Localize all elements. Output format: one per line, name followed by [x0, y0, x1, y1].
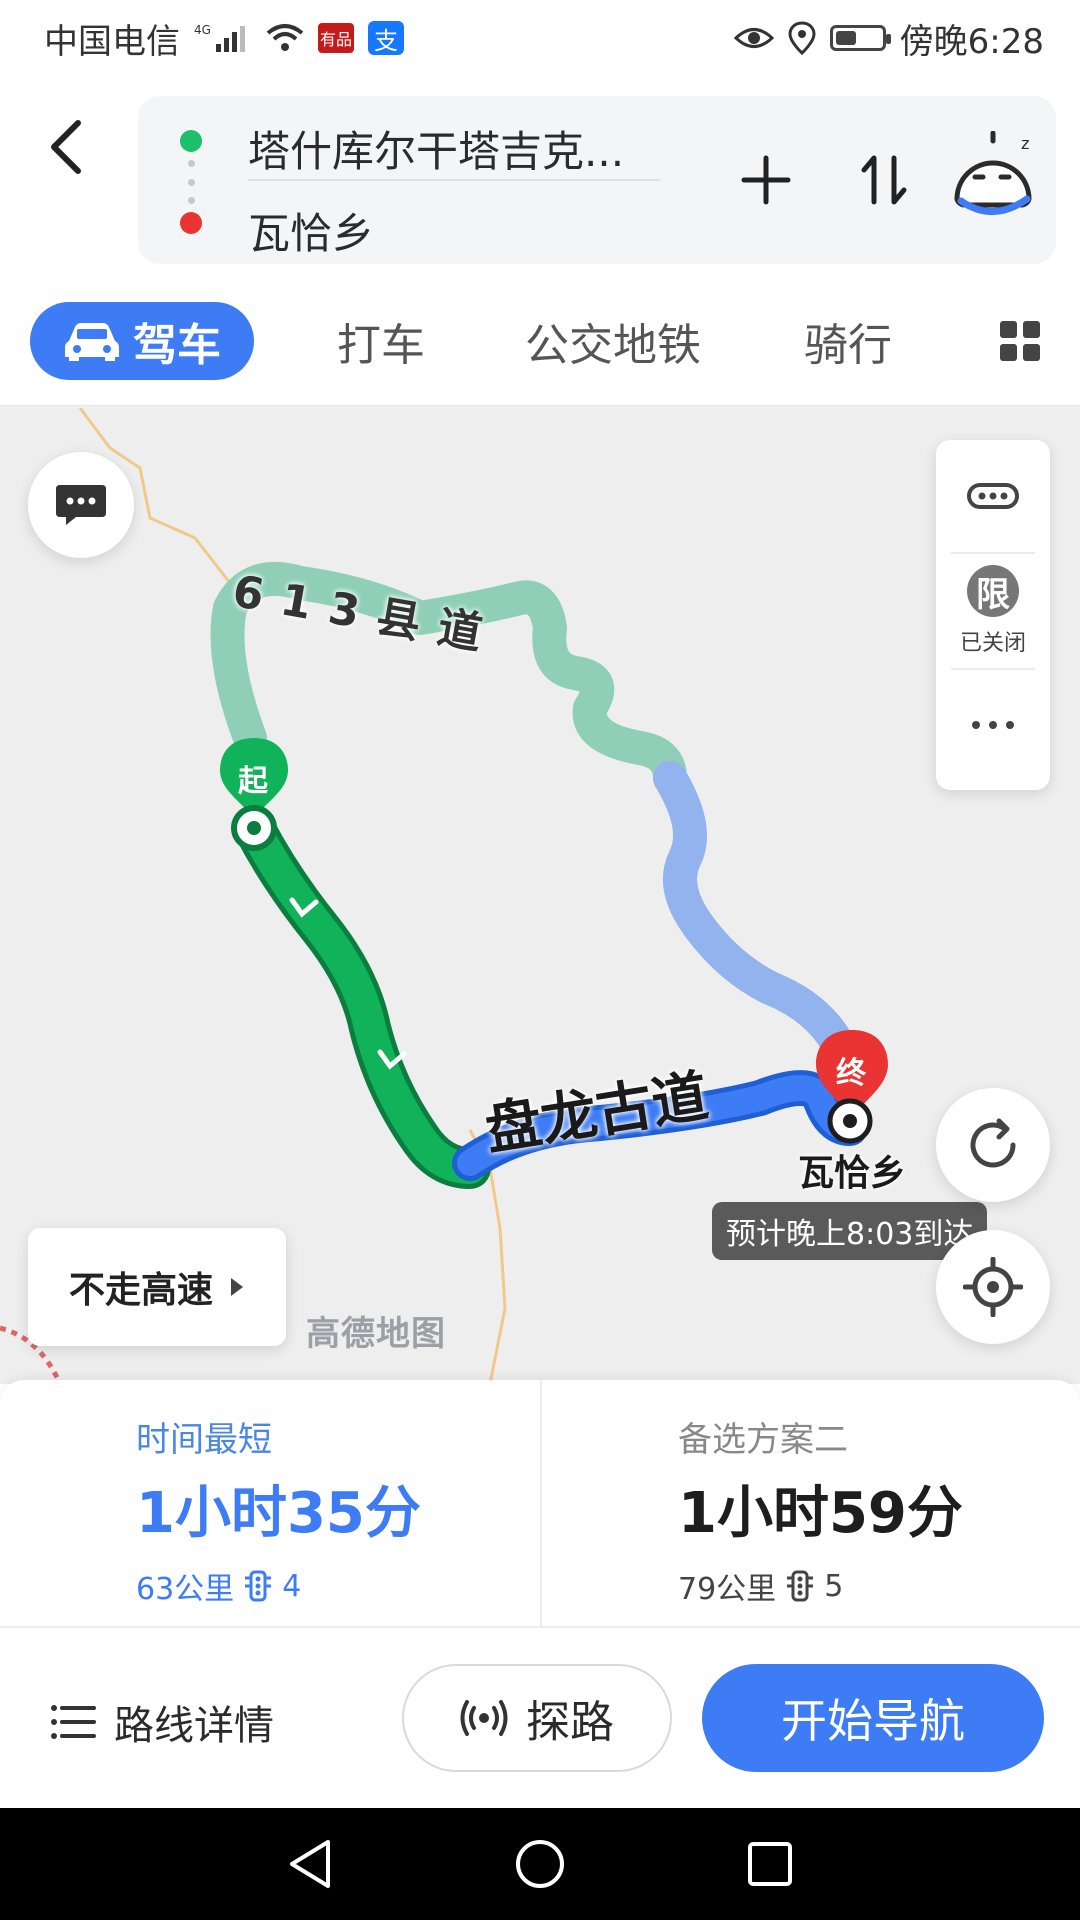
traffic-light-icon: [787, 1570, 814, 1602]
square-recents-icon: [748, 1842, 792, 1886]
end-dot-icon: [180, 212, 202, 234]
battery-fill: [835, 31, 856, 45]
route-input-box: 塔什库尔干塔吉克... 瓦恰乡 z: [138, 96, 1056, 264]
feedback-button[interactable]: [28, 452, 134, 558]
route-details-button[interactable]: 路线详情: [50, 1692, 274, 1752]
limit-status: 已关闭: [959, 631, 1026, 656]
route-option-meta: 63公里 4: [136, 1564, 301, 1608]
route-option-meta: 79公里 5: [678, 1564, 843, 1608]
bottom-actions: 路线详情 探路 开始导航: [0, 1628, 1080, 1808]
tab-taxi[interactable]: 打车: [326, 302, 436, 380]
plus-icon: [741, 155, 791, 205]
battery-icon: [829, 25, 891, 51]
avoid-highway-button[interactable]: 不走高速: [28, 1228, 286, 1346]
route-option-label: 时间最短: [136, 1420, 272, 1460]
refresh-route-button[interactable]: [936, 1088, 1050, 1202]
more-dots-icon: [972, 721, 1014, 729]
chat-bubble-icon: [56, 485, 106, 525]
signal-icon: 4G: [194, 22, 252, 54]
route-option-2[interactable]: 备选方案二 1小时59分 79公里 5: [540, 1380, 1080, 1628]
route-option-time: 1小时59分: [678, 1481, 963, 1546]
traffic-icon: [967, 483, 1019, 509]
traffic-light-count: 4: [282, 1568, 302, 1604]
circle-home-icon: [516, 1840, 564, 1888]
start-location-field[interactable]: 塔什库尔干塔吉克...: [248, 118, 624, 179]
locate-me-button[interactable]: [936, 1230, 1050, 1344]
traffic-light-icon: [245, 1570, 272, 1602]
traffic-light-count: 5: [824, 1568, 844, 1604]
route-header: 塔什库尔干塔吉克... 瓦恰乡 z: [0, 76, 1080, 286]
status-left: 中国电信 4G 有品 支: [44, 14, 404, 63]
destination-map-label: 瓦恰乡: [798, 1153, 907, 1194]
clock: 傍晚6:28: [899, 21, 1044, 62]
route-connector: [187, 160, 195, 204]
avoid-highway-label: 不走高速: [68, 1270, 213, 1311]
tab-transit[interactable]: 公交地铁: [515, 302, 711, 380]
chevron-left-icon: [51, 120, 81, 174]
map-tool-panel: 限 已关闭: [936, 440, 1050, 790]
add-waypoint-button[interactable]: [728, 142, 804, 218]
status-bar: 中国电信 4G 有品 支 傍晚6:28: [0, 0, 1080, 76]
alternative-route-blue: [653, 761, 857, 1065]
location-pin-icon: [788, 21, 816, 55]
limit-badge: 限: [967, 565, 1019, 617]
eye-icon: [733, 23, 774, 53]
plate-limit-button[interactable]: 限 已关闭: [936, 554, 1050, 668]
triangle-right-icon: [231, 1278, 243, 1296]
network-type: 4G: [194, 23, 211, 37]
route-distance: 63公里: [136, 1572, 235, 1607]
route-option-label: 备选方案二: [678, 1420, 848, 1460]
swap-arrows-icon: [861, 155, 907, 205]
triangle-back-icon: [290, 1840, 330, 1888]
destination-field[interactable]: 瓦恰乡: [248, 200, 374, 261]
route-option-time: 1小时35分: [136, 1481, 421, 1546]
assistant-mascot-button[interactable]: z: [938, 126, 1048, 236]
list-icon: [51, 1705, 96, 1739]
explore-route-label: 探路: [526, 1697, 614, 1748]
route-option-1[interactable]: 时间最短 1小时35分 63公里 4: [0, 1380, 540, 1628]
alipay-icon: 支: [368, 21, 404, 55]
back-button[interactable]: [38, 112, 94, 182]
end-marker-label: 终: [836, 1056, 866, 1091]
tab-drive[interactable]: 驾车: [30, 302, 254, 380]
start-marker-label: 起: [238, 764, 268, 799]
route-divider: [248, 179, 660, 181]
map-provider-credit: 高德地图: [306, 1314, 446, 1354]
car-icon: [65, 323, 119, 361]
more-modes-button[interactable]: [990, 302, 1050, 380]
mascot-icon: z: [954, 131, 1032, 215]
start-navigation-button[interactable]: 开始导航: [702, 1664, 1044, 1772]
tab-drive-label: 驾车: [133, 320, 221, 371]
more-tools-button[interactable]: [936, 670, 1050, 780]
system-back-button[interactable]: [282, 1836, 338, 1892]
crosshair-icon: [963, 1257, 1023, 1317]
wifi-icon: [266, 23, 304, 53]
eta-badge: 预计晚上8:03到达: [712, 1202, 988, 1260]
broadcast-icon: [460, 1700, 508, 1736]
explore-route-button[interactable]: 探路: [402, 1664, 672, 1772]
start-dot-icon: [180, 130, 202, 152]
system-home-button[interactable]: [512, 1836, 568, 1892]
youpin-app-icon: 有品: [318, 23, 354, 53]
selected-route-green-inner: [238, 812, 486, 1184]
swap-route-button[interactable]: [846, 142, 922, 218]
svg-text:z: z: [1021, 134, 1029, 153]
route-options: 时间最短 1小时35分 63公里 4 备选方案二 1小时59分 79公里 5: [0, 1380, 1080, 1630]
route-distance: 79公里: [678, 1572, 777, 1607]
system-recents-button[interactable]: [742, 1836, 798, 1892]
tab-bike[interactable]: 骑行: [796, 302, 900, 380]
traffic-toggle-button[interactable]: [936, 440, 1050, 552]
transport-mode-tabs: 驾车 打车 公交地铁 骑行: [0, 286, 1080, 408]
system-navigation-bar: [0, 1808, 1080, 1920]
refresh-icon: [970, 1118, 1016, 1168]
grid-icon: [1000, 321, 1040, 361]
status-right: 傍晚6:28: [733, 14, 1044, 63]
carrier-name: 中国电信: [44, 21, 180, 62]
map-view[interactable]: 起 终 613县道 盘龙古道 瓦恰乡 预计晚上8:03到达 高德地图 限 已关闭…: [0, 408, 1080, 1384]
route-details-label: 路线详情: [114, 1703, 274, 1749]
